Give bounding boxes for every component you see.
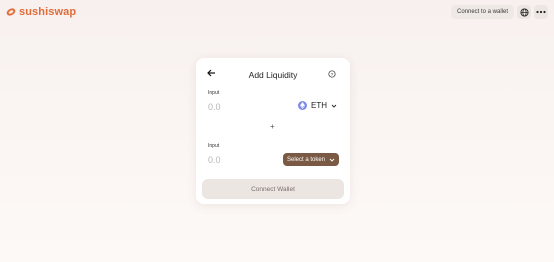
globe-icon [519, 7, 529, 17]
select-token-button[interactable]: Select a token [283, 153, 339, 166]
input1-label: Input [208, 90, 220, 96]
add-liquidity-card: Add Liquidity ? Input 0.0 ETH + Input 0.… [196, 58, 350, 204]
plus-icon: + [270, 122, 275, 131]
sushi-logo-icon [6, 8, 16, 16]
sushiswap-logo[interactable]: sushiswap [6, 6, 76, 18]
brand-name: sushiswap [19, 6, 77, 18]
more-options-button[interactable] [534, 5, 548, 19]
more-horizontal-icon [536, 10, 546, 14]
eth-token-select[interactable]: ETH [298, 101, 337, 110]
chevron-down-icon [329, 158, 335, 162]
connect-wallet-button[interactable]: Connect Wallet [202, 179, 344, 199]
top-bar: sushiswap Connect to a wallet [0, 0, 554, 24]
eth-token-label: ETH [311, 101, 327, 110]
help-icon[interactable]: ? [328, 70, 336, 78]
chevron-down-icon [331, 104, 337, 108]
connect-to-wallet-button[interactable]: Connect to a wallet [451, 5, 514, 19]
svg-text:?: ? [331, 72, 334, 78]
input2-amount[interactable]: 0.0 [208, 155, 221, 165]
input2-label: Input [208, 143, 220, 149]
ethereum-icon [298, 101, 307, 110]
card-title: Add Liquidity [248, 70, 298, 80]
settings-globe-button[interactable] [517, 5, 531, 19]
select-token-label: Select a token [286, 156, 326, 163]
input1-amount[interactable]: 0.0 [208, 102, 221, 112]
